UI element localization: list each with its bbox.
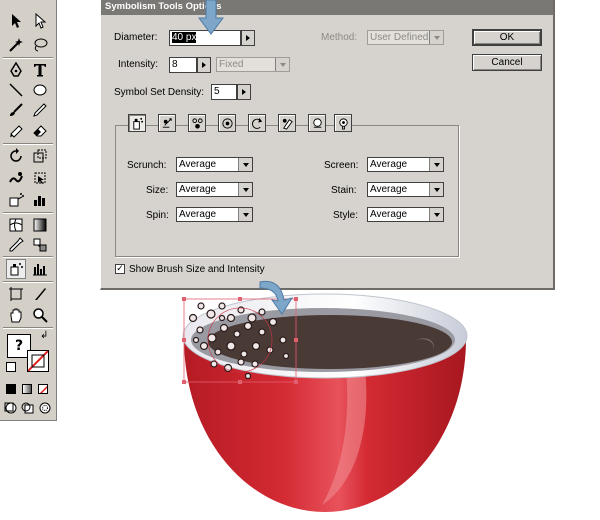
coffee-surface xyxy=(208,315,452,369)
artboard-canvas xyxy=(182,293,468,512)
brush-callout-arrow-icon xyxy=(259,280,294,315)
diameter-callout-arrow-icon xyxy=(198,0,224,35)
